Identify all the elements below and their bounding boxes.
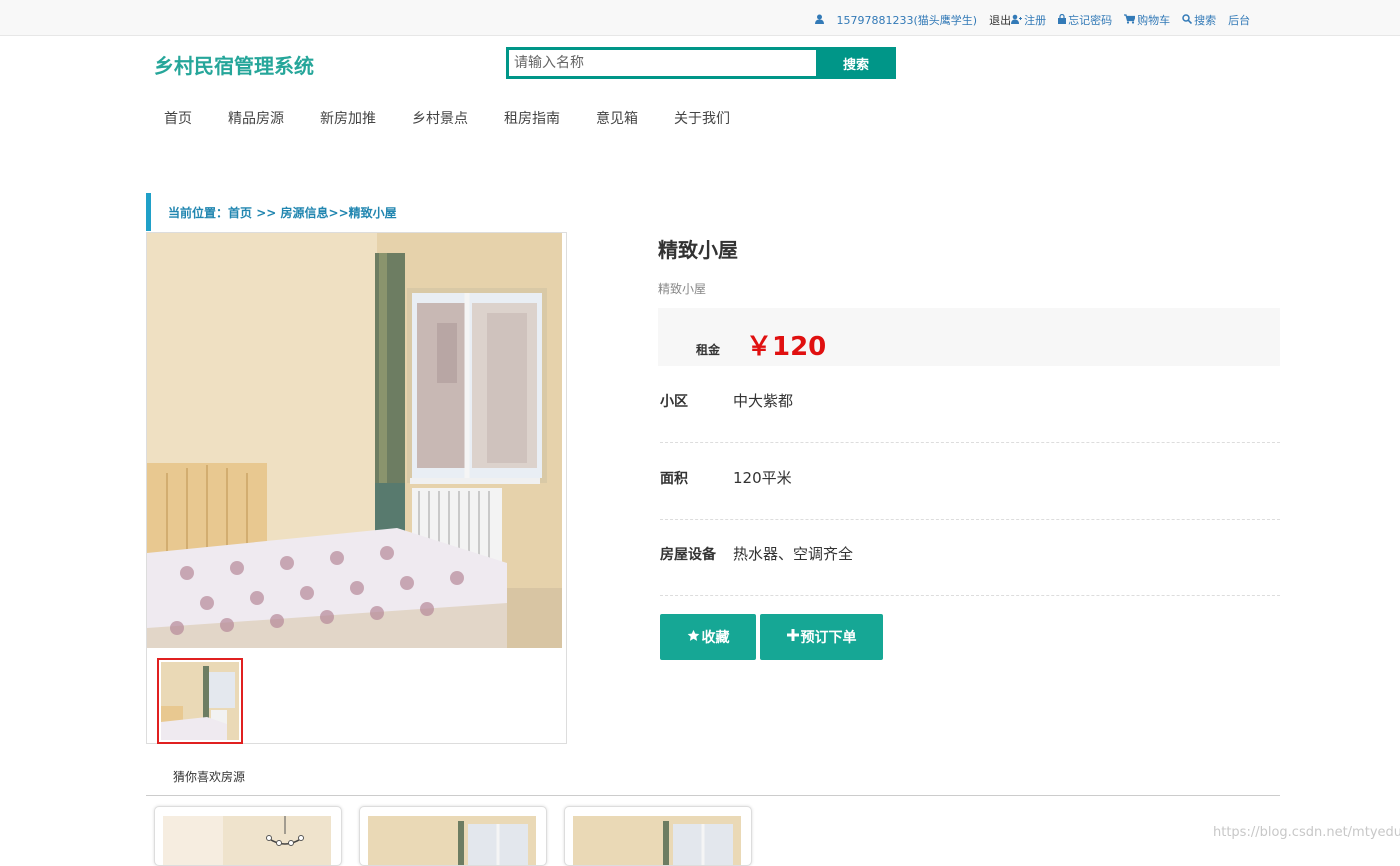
recommend-card[interactable] [359,806,547,866]
search-label: 搜索 [1194,14,1217,27]
recommend-card[interactable] [154,806,342,866]
star-icon [687,629,700,646]
user-plus-icon [1011,14,1023,27]
admin-label: 后台 [1228,14,1251,27]
nav-item-home[interactable]: 首页 [146,104,210,132]
info-key: 房屋设备 [660,547,716,563]
breadcrumb-current[interactable]: >>精致小屋 [329,206,397,220]
breadcrumb: 当前位置：首页 >> 房源信息>>精致小屋 [146,193,566,231]
search-link[interactable]: 搜索 [1182,12,1216,28]
watermark-text: https://blog.csdn.net/mtyedu [1213,825,1400,840]
forgot-password-link[interactable]: 忘记密码 [1058,12,1112,28]
room-title: 精致小屋 [658,238,738,262]
info-value: 热水器、空调齐全 [733,545,854,563]
top-bar: 15797881233(猫头鹰学生) 退出 注册 忘记密码 购物车 搜索 后台 [0,0,1400,36]
info-row-community: 小区 中大紫都 [660,366,1280,443]
favorite-label: 收藏 [701,630,730,646]
recommend-photo [573,816,741,865]
info-key: 小区 [660,394,688,410]
plus-icon [786,629,799,645]
recommend-photo [368,816,536,865]
logout-link[interactable]: 退出 [989,12,1011,28]
favorite-button[interactable]: 收藏 [660,614,756,660]
thumbnail-selected[interactable] [157,658,243,744]
logout-label: 退出 [989,14,1012,27]
main-room-photo [147,233,562,648]
search-button[interactable]: 搜索 [816,47,896,79]
search-input[interactable] [506,47,816,79]
price-value: ￥120 [746,332,827,362]
info-row-area: 面积 120平米 [660,443,1280,520]
order-label: 预订下单 [800,630,857,646]
user-icon [815,14,824,27]
order-button[interactable]: 预订下单 [760,614,883,660]
admin-link[interactable]: 后台 [1228,12,1250,28]
nav-item-scenery[interactable]: 乡村景点 [394,104,486,132]
forgot-label: 忘记密码 [1068,14,1113,27]
cart-label: 购物车 [1137,14,1171,27]
breadcrumb-category[interactable]: 房源信息 [281,206,329,220]
register-link[interactable]: 注册 [1011,12,1046,28]
register-label: 注册 [1024,14,1047,27]
main-nav: 首页 精品房源 新房加推 乡村景点 租房指南 意见箱 关于我们 [146,104,748,132]
nav-item-featured[interactable]: 精品房源 [210,104,302,132]
breadcrumb-sep: >> [252,206,281,220]
info-value: 120平米 [733,469,792,487]
cart-link[interactable]: 购物车 [1124,12,1170,28]
info-value: 中大紫都 [733,392,794,410]
recommend-title: 猜你喜欢房源 [173,770,246,784]
breadcrumb-prefix: 当前位置： [168,206,229,220]
nav-item-about[interactable]: 关于我们 [656,104,748,132]
nav-item-new[interactable]: 新房加推 [302,104,394,132]
cart-icon [1124,13,1137,27]
room-subtitle: 精致小屋 [658,282,707,296]
info-key: 面积 [660,471,688,487]
price-label: 租金 [696,343,721,357]
top-links: 15797881233(猫头鹰学生) 退出 注册 忘记密码 购物车 搜索 后台 [815,12,1262,28]
breadcrumb-home[interactable]: 首页 [228,206,252,220]
image-gallery [146,232,567,744]
recommend-card[interactable] [564,806,752,866]
user-link[interactable]: 15797881233(猫头鹰学生) [815,12,977,28]
site-logo[interactable]: 乡村民宿管理系统 [154,50,314,79]
search-bar: 搜索 [506,47,896,79]
nav-item-guide[interactable]: 租房指南 [486,104,578,132]
lock-icon [1058,13,1067,27]
recommend-photo [163,816,331,865]
nav-item-feedback[interactable]: 意见箱 [578,104,656,132]
price-box: 租金 ￥120 [658,308,1280,366]
user-name: 15797881233(猫头鹰学生) [836,14,978,27]
recommend-header: 猜你喜欢房源 [146,760,1280,796]
info-row-equipment: 房屋设备 热水器、空调齐全 [660,519,1280,596]
search-icon [1182,13,1193,27]
